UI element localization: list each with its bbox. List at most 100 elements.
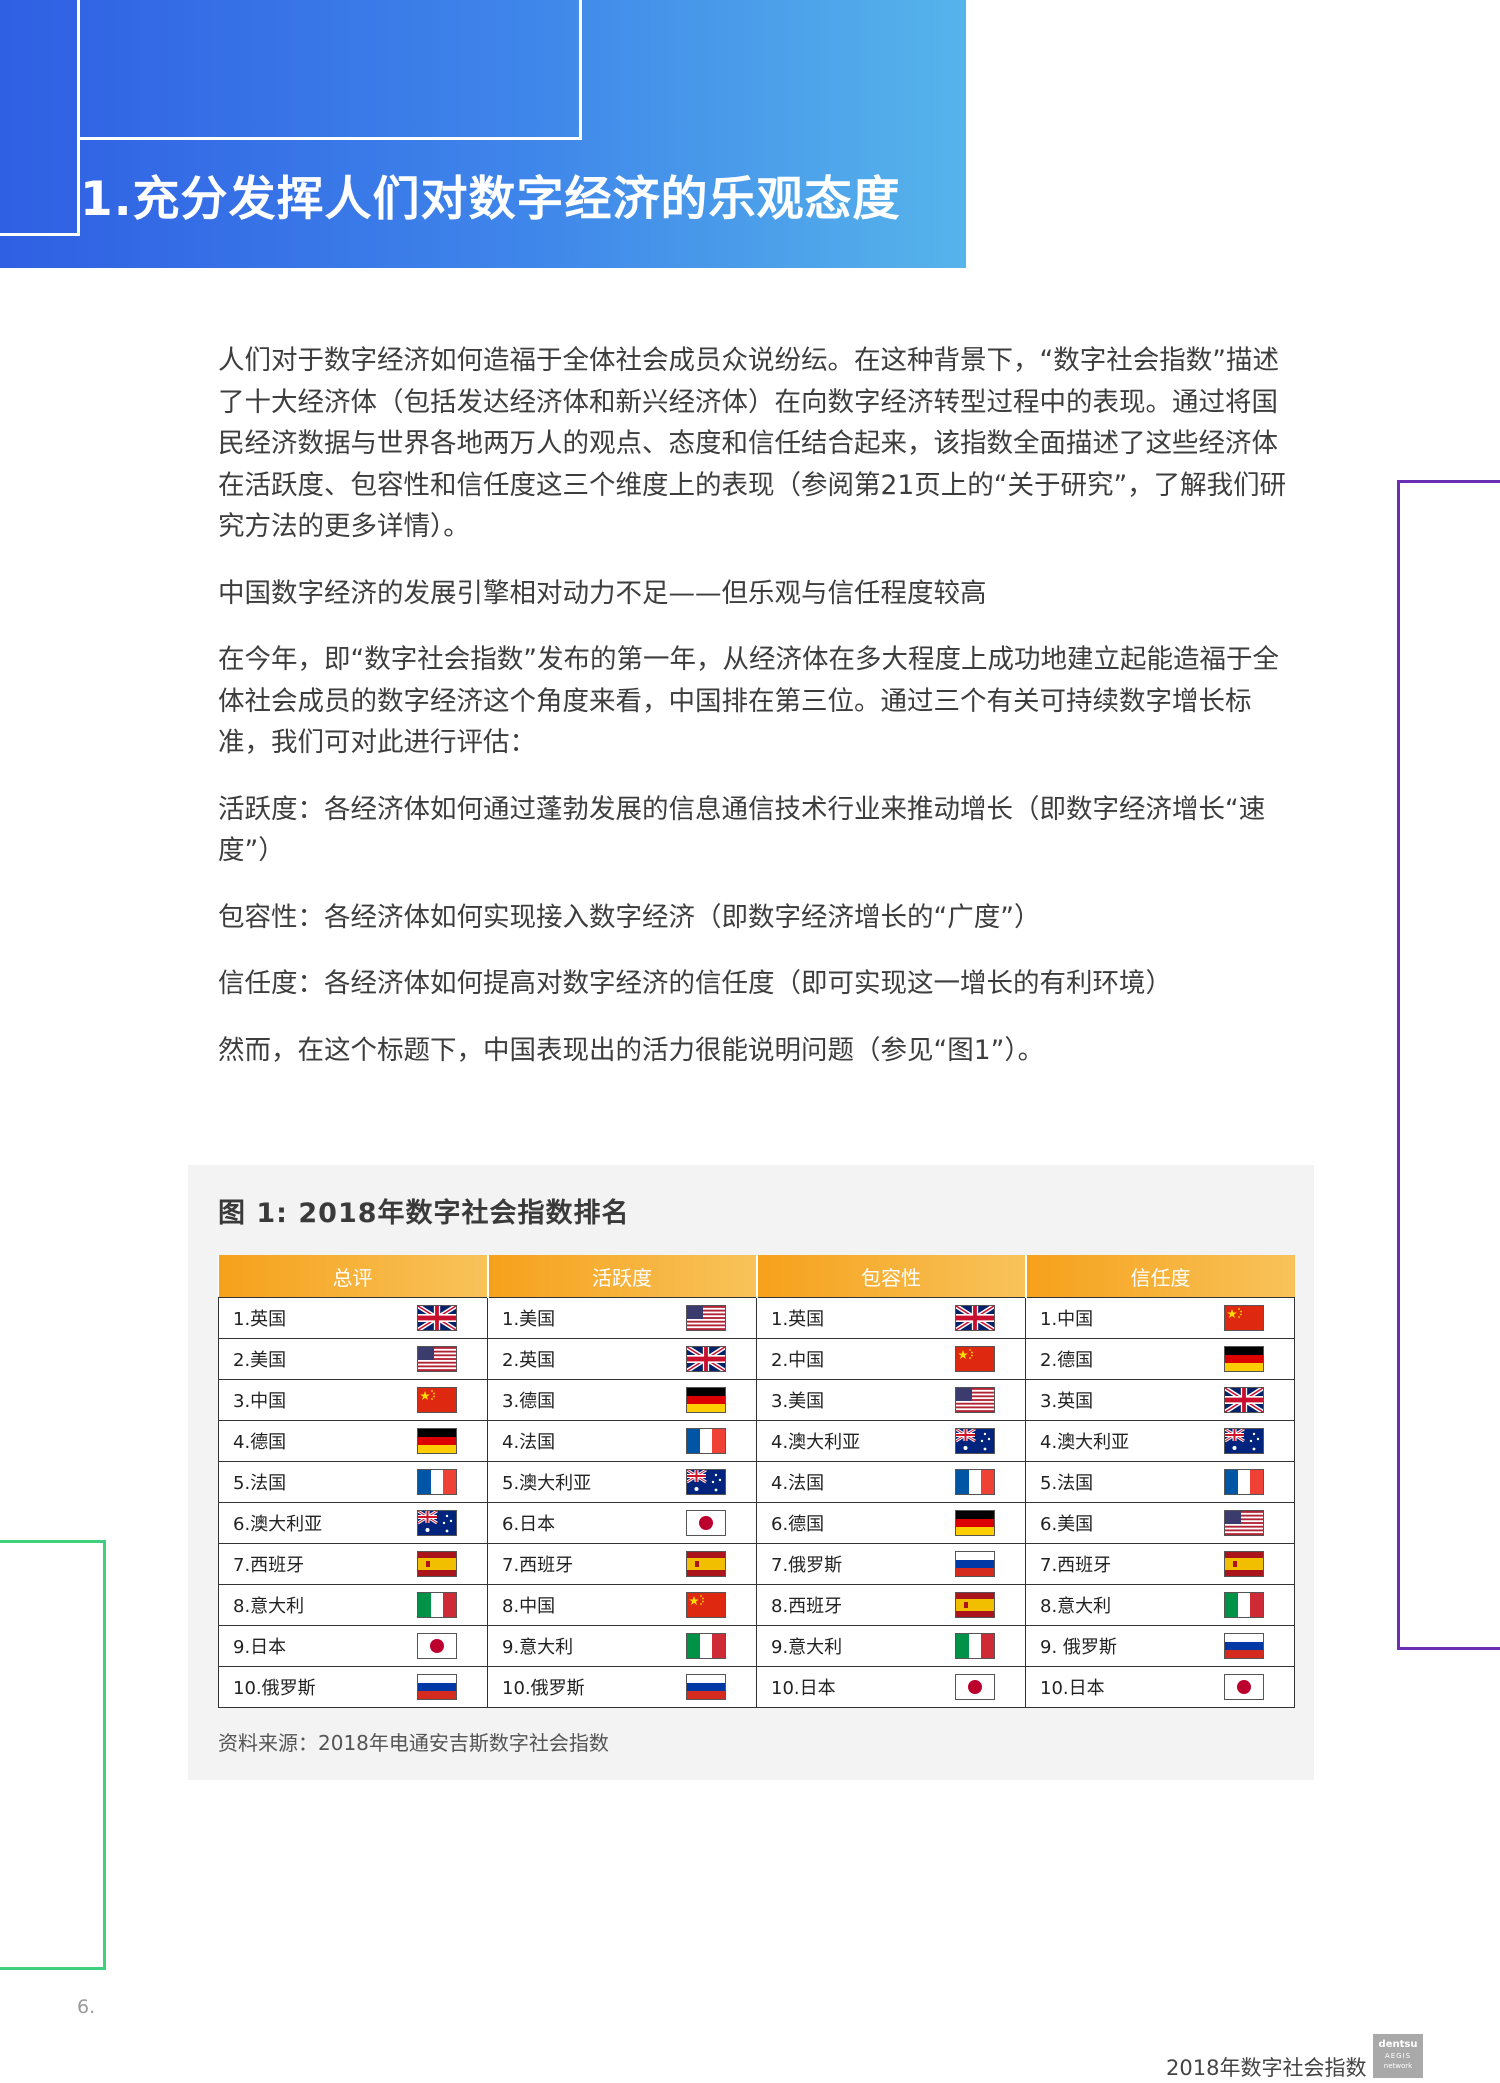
- rank-cell: 8.意大利: [1025, 1584, 1295, 1626]
- figure-title: 图 1: 2018年数字社会指数排名: [218, 1198, 630, 1229]
- rank-cell: 4.法国: [756, 1461, 1026, 1503]
- rank-cell: 3.英国: [1025, 1379, 1295, 1421]
- rank-label: 2.美国: [233, 1350, 287, 1371]
- es-flag-icon: [1224, 1551, 1264, 1577]
- de-flag-icon: [417, 1428, 457, 1454]
- rank-cell: 6.澳大利亚: [218, 1502, 488, 1544]
- de-flag-icon: [686, 1387, 726, 1413]
- rank-label: 7.西班牙: [502, 1555, 574, 1576]
- rank-label: 1.中国: [1040, 1309, 1094, 1330]
- rank-cell: 2.中国: [756, 1338, 1026, 1380]
- au-flag-icon: [417, 1510, 457, 1536]
- fr-flag-icon: [686, 1428, 726, 1454]
- rank-cell: 3.中国: [218, 1379, 488, 1421]
- purple-frame-decoration: [1397, 480, 1500, 1650]
- ru-flag-icon: [417, 1674, 457, 1700]
- rank-label: 1.美国: [502, 1309, 556, 1330]
- rank-label: 7.西班牙: [1040, 1555, 1112, 1576]
- rank-cell: 2.美国: [218, 1338, 488, 1380]
- rank-cell: 6.德国: [756, 1502, 1026, 1544]
- rank-label: 2.英国: [502, 1350, 556, 1371]
- table-body: 1.英国 1.美国 1.英国 1.中国 2.美国 2.英国 2.中国 2.德国 3.中国 3.德国…: [218, 1297, 1295, 1708]
- ru-flag-icon: [686, 1674, 726, 1700]
- section-title: 1.充分发挥人们对数字经济的乐观态度: [80, 172, 901, 227]
- paragraph: 人们对于数字经济如何造福于全体社会成员众说纷纭。在这种背景下，“数字社会指数”描…: [218, 345, 1287, 542]
- cn-flag-icon: [1224, 1305, 1264, 1331]
- rank-cell: 3.美国: [756, 1379, 1026, 1421]
- rank-label: 3.中国: [233, 1391, 287, 1412]
- rank-label: 10.俄罗斯: [233, 1678, 316, 1699]
- rank-label: 2.中国: [771, 1350, 825, 1371]
- rank-label: 8.中国: [502, 1596, 556, 1617]
- rank-cell: 1.美国: [487, 1297, 757, 1339]
- uk-flag-icon: [686, 1346, 726, 1372]
- paragraph: 中国数字经济的发展引擎相对动力不足——但乐观与信任程度较高: [218, 577, 987, 609]
- rank-label: 9.意大利: [771, 1637, 843, 1658]
- rank-cell: 10.日本: [756, 1666, 1026, 1708]
- rank-label: 10.日本: [771, 1678, 836, 1699]
- au-flag-icon: [1224, 1428, 1264, 1454]
- rank-label: 3.英国: [1040, 1391, 1094, 1412]
- es-flag-icon: [417, 1551, 457, 1577]
- us-flag-icon: [1224, 1510, 1264, 1536]
- green-frame-decoration: [0, 1540, 106, 1970]
- column-header: 包容性: [756, 1255, 1027, 1298]
- rank-cell: 5.澳大利亚: [487, 1461, 757, 1503]
- it-flag-icon: [417, 1592, 457, 1618]
- rank-cell: 10.日本: [1025, 1666, 1295, 1708]
- dentsu-logo: dentsu AEGIS network: [1373, 2034, 1423, 2078]
- es-flag-icon: [686, 1551, 726, 1577]
- rank-cell: 6.美国: [1025, 1502, 1295, 1544]
- table-row: 2.美国 2.英国 2.中国 2.德国: [218, 1338, 1295, 1380]
- rank-cell: 8.意大利: [218, 1584, 488, 1626]
- rank-label: 9.意大利: [502, 1637, 574, 1658]
- jp-flag-icon: [686, 1510, 726, 1536]
- us-flag-icon: [955, 1387, 995, 1413]
- rank-cell: 7.西班牙: [487, 1543, 757, 1585]
- banner-frame-decoration: [77, 0, 582, 140]
- column-header: 活跃度: [487, 1255, 758, 1298]
- table-row: 4.德国 4.法国 4.澳大利亚 4.澳大利亚: [218, 1420, 1295, 1462]
- rank-label: 7.俄罗斯: [771, 1555, 843, 1576]
- rank-cell: 6.日本: [487, 1502, 757, 1544]
- rank-label: 6.澳大利亚: [233, 1514, 323, 1535]
- rank-cell: 4.法国: [487, 1420, 757, 1462]
- rank-label: 9.日本: [233, 1637, 287, 1658]
- rank-cell: 7.西班牙: [218, 1543, 488, 1585]
- header-banner: 1.充分发挥人们对数字经济的乐观态度: [0, 0, 966, 268]
- rank-cell: 1.英国: [756, 1297, 1026, 1339]
- rank-cell: 10.俄罗斯: [487, 1666, 757, 1708]
- table-row: 10.俄罗斯 10.俄罗斯 10.日本 10.日本: [218, 1666, 1295, 1708]
- column-header: 总评: [218, 1255, 489, 1298]
- rank-cell: 9.意大利: [756, 1625, 1026, 1667]
- rank-label: 6.美国: [1040, 1514, 1094, 1535]
- table-row: 8.意大利 8.中国 8.西班牙 8.意大利: [218, 1584, 1295, 1626]
- column-header: 信任度: [1025, 1255, 1295, 1298]
- uk-flag-icon: [955, 1305, 995, 1331]
- rank-cell: 4.德国: [218, 1420, 488, 1462]
- au-flag-icon: [686, 1469, 726, 1495]
- rank-cell: 2.德国: [1025, 1338, 1295, 1380]
- uk-flag-icon: [1224, 1387, 1264, 1413]
- figure-ranking: 图 1: 2018年数字社会指数排名 总评 活跃度 包容性 信任度 1.英国 1.…: [188, 1165, 1314, 1780]
- rank-label: 8.西班牙: [771, 1596, 843, 1617]
- it-flag-icon: [955, 1633, 995, 1659]
- table-row: 5.法国 5.澳大利亚 4.法国 5.法国: [218, 1461, 1295, 1503]
- fr-flag-icon: [417, 1469, 457, 1495]
- rank-cell: 9.日本: [218, 1625, 488, 1667]
- table-row: 7.西班牙 7.西班牙 7.俄罗斯 7.西班牙: [218, 1543, 1295, 1585]
- footer-doc-title: 2018年数字社会指数: [1166, 2056, 1367, 2080]
- rank-cell: 2.英国: [487, 1338, 757, 1380]
- banner-frame-decoration: [0, 140, 80, 236]
- rank-label: 9. 俄罗斯: [1040, 1637, 1117, 1658]
- rank-label: 10.日本: [1040, 1678, 1105, 1699]
- page-number: 6.: [77, 1996, 96, 2018]
- rank-cell: 7.西班牙: [1025, 1543, 1295, 1585]
- rank-label: 1.英国: [771, 1309, 825, 1330]
- rank-label: 10.俄罗斯: [502, 1678, 585, 1699]
- rank-cell: 7.俄罗斯: [756, 1543, 1026, 1585]
- rank-cell: 9.意大利: [487, 1625, 757, 1667]
- logo-text: AEGIS: [1384, 2052, 1412, 2060]
- logo-text: network: [1383, 2062, 1413, 2070]
- rank-label: 6.德国: [771, 1514, 825, 1535]
